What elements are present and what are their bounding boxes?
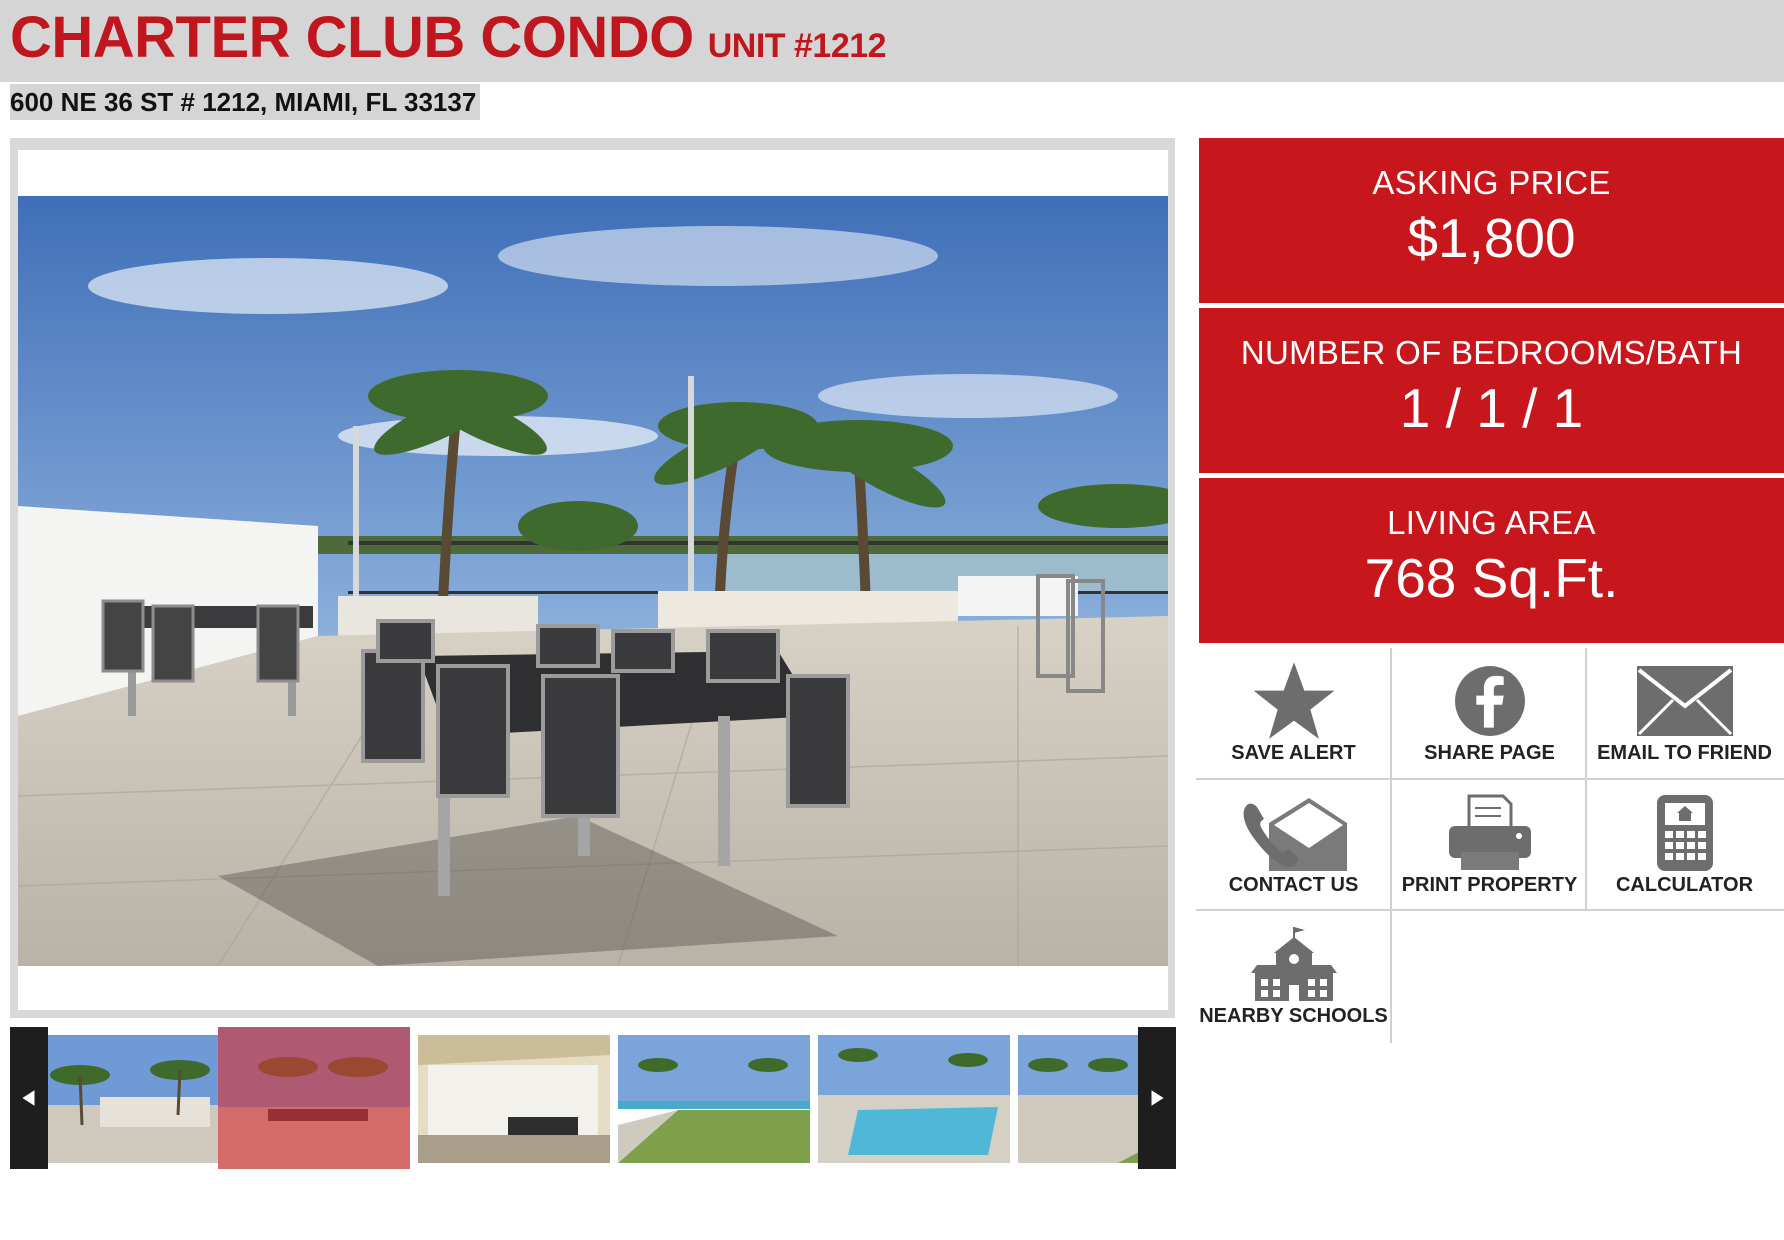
nearby-schools-label: NEARBY SCHOOLS bbox=[1199, 1005, 1388, 1027]
email-to-friend-button[interactable]: EMAIL TO FRIEND bbox=[1587, 648, 1782, 778]
asking-price-value: $1,800 bbox=[1407, 207, 1576, 269]
nearby-schools-button[interactable]: NEARBY SCHOOLS bbox=[1196, 911, 1391, 1041]
calculator-icon bbox=[1656, 795, 1713, 871]
thumbnail[interactable] bbox=[40, 1035, 232, 1163]
share-page-button[interactable]: SHARE PAGE bbox=[1392, 648, 1587, 778]
star-icon bbox=[1253, 662, 1334, 739]
unit-number: UNIT #1212 bbox=[707, 27, 887, 65]
main-photo-container bbox=[18, 150, 1168, 1010]
next-photo-button[interactable] bbox=[1138, 1027, 1176, 1169]
thumbnail-active[interactable] bbox=[218, 1027, 410, 1169]
bedrooms-bath-box: NUMBER OF BEDROOMS/BATH 1 / 1 / 1 bbox=[1199, 308, 1784, 473]
save-alert-button[interactable]: SAVE ALERT bbox=[1196, 648, 1391, 778]
thumbnail[interactable] bbox=[618, 1035, 810, 1163]
thumbnail-strip bbox=[10, 1027, 1176, 1169]
asking-price-box: ASKING PRICE $1,800 bbox=[1199, 138, 1784, 303]
triangle-left-icon bbox=[22, 1090, 35, 1106]
share-page-label: SHARE PAGE bbox=[1424, 742, 1555, 764]
thumbnail[interactable] bbox=[818, 1035, 1010, 1163]
bedrooms-bath-value: 1 / 1 / 1 bbox=[1399, 377, 1584, 439]
email-to-friend-label: EMAIL TO FRIEND bbox=[1597, 742, 1772, 764]
phone-envelope-icon bbox=[1243, 798, 1347, 871]
school-icon bbox=[1250, 927, 1337, 1001]
property-address: 600 NE 36 ST # 1212, MIAMI, FL 33137 bbox=[10, 84, 481, 120]
print-property-button[interactable]: PRINT PROPERTY bbox=[1392, 780, 1587, 910]
asking-price-label: ASKING PRICE bbox=[1372, 164, 1611, 201]
previous-photo-button[interactable] bbox=[10, 1027, 48, 1169]
main-photo-frame bbox=[10, 138, 1175, 1018]
action-grid: SAVE ALERT SHARE PAGE EMAIL TO FRIEND CO… bbox=[1196, 648, 1784, 1043]
envelope-icon bbox=[1636, 666, 1733, 736]
calculator-label: CALCULATOR bbox=[1615, 874, 1754, 896]
contact-us-button[interactable]: CONTACT US bbox=[1196, 780, 1391, 910]
building-name: CHARTER CLUB CONDO bbox=[10, 5, 694, 70]
active-thumbnail-overlay bbox=[218, 1027, 410, 1169]
living-area-value: 768 Sq.Ft. bbox=[1364, 547, 1619, 609]
contact-us-label: CONTACT US bbox=[1228, 874, 1359, 896]
page-title: CHARTER CLUB CONDO UNIT #1212 bbox=[10, 4, 887, 71]
bedrooms-bath-label: NUMBER OF BEDROOMS/BATH bbox=[1240, 334, 1743, 371]
thumbnail[interactable] bbox=[418, 1035, 610, 1163]
main-photo[interactable] bbox=[18, 196, 1168, 966]
calculator-button[interactable]: CALCULATOR bbox=[1587, 780, 1782, 910]
living-area-label: LIVING AREA bbox=[1387, 504, 1596, 541]
print-property-label: PRINT PROPERTY bbox=[1401, 874, 1578, 896]
living-area-box: LIVING AREA 768 Sq.Ft. bbox=[1199, 478, 1784, 643]
save-alert-label: SAVE ALERT bbox=[1231, 742, 1356, 764]
printer-icon bbox=[1448, 794, 1531, 870]
triangle-right-icon bbox=[1151, 1090, 1164, 1106]
facebook-icon bbox=[1454, 666, 1525, 736]
